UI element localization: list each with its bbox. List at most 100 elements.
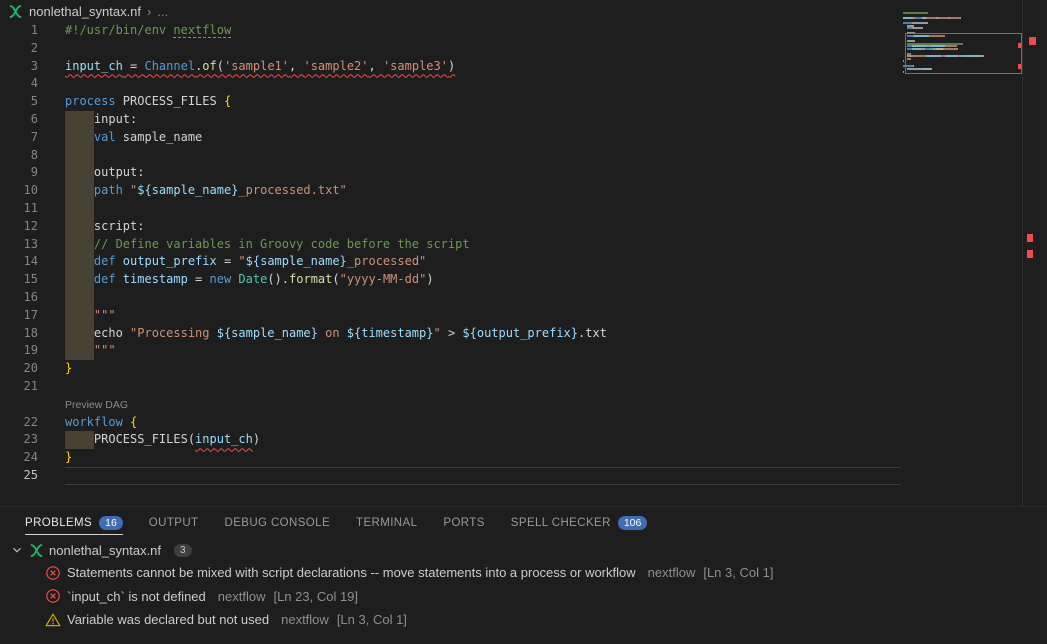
code-line[interactable]: 10path "${sample_name}_processed.txt" xyxy=(0,182,902,200)
indent-highlight xyxy=(65,129,94,147)
code-line[interactable]: 22 workflow { xyxy=(0,414,902,432)
code-line[interactable]: 16 xyxy=(0,289,902,307)
overview-ruler[interactable] xyxy=(1022,0,1047,506)
code-line[interactable]: 17""" xyxy=(0,307,902,325)
line-number[interactable]: 25 xyxy=(0,467,38,485)
line-number[interactable]: 11 xyxy=(0,200,38,218)
line-number[interactable]: 18 xyxy=(0,325,38,343)
problem-row[interactable]: `input_ch` is not definednextflow[Ln 23,… xyxy=(0,585,1047,609)
minimap-error-mark xyxy=(1018,43,1021,48)
indent-highlight xyxy=(65,307,94,325)
code-line[interactable]: 7val sample_name xyxy=(0,129,902,147)
code-token: output: xyxy=(94,165,145,179)
code-token: sample_name xyxy=(123,130,202,144)
code-token: workflow xyxy=(65,415,130,429)
problem-source: nextflow xyxy=(281,612,329,627)
editor[interactable]: 1#!/usr/bin/env nextflow23input_ch = Cha… xyxy=(0,22,902,508)
code-token: , xyxy=(369,59,383,73)
code-line[interactable]: 4 xyxy=(0,75,902,93)
code-token: ) xyxy=(253,432,260,446)
minimap[interactable] xyxy=(903,12,1022,492)
breadcrumb-symbol-collapsed[interactable]: ... xyxy=(157,4,168,19)
line-number[interactable]: 13 xyxy=(0,236,38,254)
line-number[interactable]: 21 xyxy=(0,378,38,396)
line-number[interactable]: 9 xyxy=(0,164,38,182)
code-token: ( xyxy=(217,59,224,73)
indent-highlight xyxy=(65,253,94,271)
code-token: ) xyxy=(426,272,433,286)
code-line[interactable]: 14def output_prefix = "${sample_name}_pr… xyxy=(0,253,902,271)
panel-tab-problems[interactable]: PROBLEMS16 xyxy=(25,507,123,539)
code-line[interactable]: 18echo "Processing ${sample_name} on ${t… xyxy=(0,325,902,343)
code-line[interactable]: 1#!/usr/bin/env nextflow xyxy=(0,22,902,40)
indent-highlight xyxy=(65,218,94,236)
indent-highlight xyxy=(65,147,94,165)
code-line[interactable]: 5process PROCESS_FILES { xyxy=(0,93,902,111)
codelens-preview-dag[interactable]: Preview DAG xyxy=(65,399,128,411)
nextflow-file-icon xyxy=(29,543,44,558)
code-line[interactable]: 23PROCESS_FILES(input_ch) xyxy=(0,431,902,449)
code-text: output: xyxy=(65,164,144,182)
line-number[interactable]: 5 xyxy=(0,93,38,111)
minimap-content xyxy=(903,12,1022,75)
line-number[interactable]: 3 xyxy=(0,58,38,76)
indent-highlight xyxy=(65,182,94,200)
nextflow-file-icon xyxy=(8,4,23,19)
line-number[interactable]: 14 xyxy=(0,253,38,271)
line-number[interactable]: 16 xyxy=(0,289,38,307)
code-line[interactable]: 12 script: xyxy=(0,218,902,236)
problem-row[interactable]: Variable was declared but not usednextfl… xyxy=(0,608,1047,632)
code-line[interactable]: 8 xyxy=(0,147,902,165)
code-line[interactable]: 21 xyxy=(0,378,902,396)
breadcrumb-file[interactable]: nonlethal_syntax.nf xyxy=(29,4,141,19)
code-line[interactable]: 6input: xyxy=(0,111,902,129)
line-number[interactable]: 1 xyxy=(0,22,38,40)
code-token: Date xyxy=(238,272,267,286)
code-line[interactable]: 19 """ xyxy=(0,342,902,360)
line-number[interactable]: 23 xyxy=(0,431,38,449)
problem-source: nextflow xyxy=(648,565,696,580)
code-line[interactable]: 2 xyxy=(0,40,902,58)
line-number[interactable]: 20 xyxy=(0,360,38,378)
code-token: script: xyxy=(94,219,145,233)
line-number[interactable]: 7 xyxy=(0,129,38,147)
code-token: (). xyxy=(267,272,289,286)
indent-highlight xyxy=(65,289,94,307)
code-line[interactable]: 24} xyxy=(0,449,902,467)
code-line[interactable]: 13// Define variables in Groovy code bef… xyxy=(0,236,902,254)
line-number[interactable]: 4 xyxy=(0,75,38,93)
panel-tab-ports[interactable]: PORTS xyxy=(443,507,484,539)
line-number[interactable]: 15 xyxy=(0,271,38,289)
panel-tab-terminal[interactable]: TERMINAL xyxy=(356,507,417,539)
code-line[interactable]: 11 xyxy=(0,200,902,218)
line-number[interactable]: 8 xyxy=(0,147,38,165)
line-number[interactable]: 22 xyxy=(0,414,38,432)
line-number[interactable]: 6 xyxy=(0,111,38,129)
line-number[interactable]: 10 xyxy=(0,182,38,200)
panel-tab-output[interactable]: OUTPUT xyxy=(149,507,199,539)
line-number[interactable]: 12 xyxy=(0,218,38,236)
problems-file-row[interactable]: nonlethal_syntax.nf 3 xyxy=(0,539,1047,561)
panel-tab-label: TERMINAL xyxy=(356,517,417,529)
code-token: """ xyxy=(94,343,116,357)
code-token: > xyxy=(441,326,463,340)
line-number[interactable]: 2 xyxy=(0,40,38,58)
code-token: { xyxy=(130,415,137,429)
code-token: 'sample3' xyxy=(383,59,448,73)
error-icon xyxy=(45,565,61,581)
chevron-down-icon[interactable] xyxy=(10,543,24,557)
code-token: " xyxy=(238,254,245,268)
panel-tab-spell-checker[interactable]: SPELL CHECKER106 xyxy=(511,507,648,539)
indent-highlight xyxy=(65,164,94,182)
problem-row[interactable]: Statements cannot be mixed with script d… xyxy=(0,561,1047,585)
line-number[interactable]: 19 xyxy=(0,342,38,360)
code-line[interactable]: 25 xyxy=(0,467,902,485)
line-number[interactable]: 17 xyxy=(0,307,38,325)
code-token: def xyxy=(94,272,123,286)
line-number[interactable]: 24 xyxy=(0,449,38,467)
code-line[interactable]: 20} xyxy=(0,360,902,378)
code-line[interactable]: 9 output: xyxy=(0,164,902,182)
code-line[interactable]: 3input_ch = Channel.of('sample1', 'sampl… xyxy=(0,58,902,76)
panel-tab-debug-console[interactable]: DEBUG CONSOLE xyxy=(224,507,330,539)
code-line[interactable]: 15def timestamp = new Date().format("yyy… xyxy=(0,271,902,289)
